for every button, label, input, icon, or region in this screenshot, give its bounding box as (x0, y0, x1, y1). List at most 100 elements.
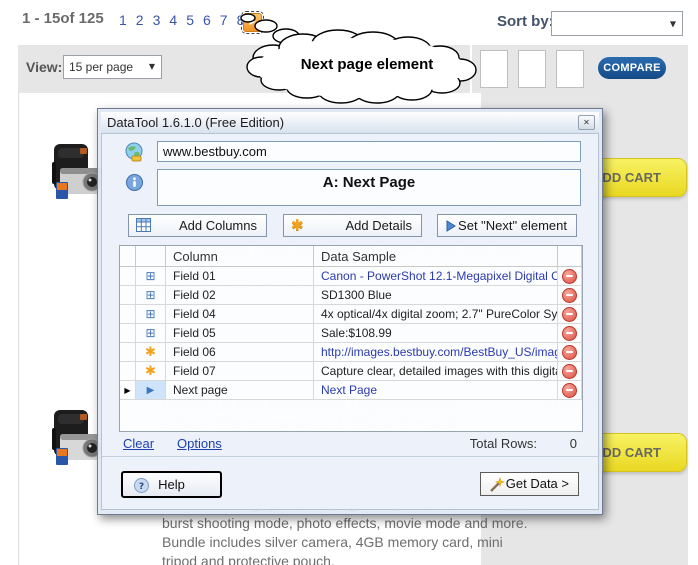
description-line: burst shooting mode, photo effects, movi… (162, 514, 592, 533)
page-number[interactable]: 5 (186, 12, 194, 28)
data-sample-cell: http://images.bestbuy.com/BestBuy_US/ima… (314, 343, 558, 362)
close-icon[interactable]: ✕ (578, 115, 595, 130)
sort-by-dropdown[interactable]: ▼ (551, 11, 683, 36)
row-selector-cell (120, 343, 136, 362)
dialog-titlebar[interactable]: DataTool 1.6.1.0 (Free Edition) ✕ (101, 112, 599, 133)
table-row[interactable]: ⊞Field 02SD1300 Blue (120, 286, 582, 305)
remove-row-button[interactable] (562, 326, 577, 341)
grid-icon: ⊞ (136, 305, 166, 324)
compare-slot[interactable] (518, 50, 546, 88)
row-selector-cell (120, 267, 136, 286)
remove-row-button[interactable] (562, 345, 577, 360)
options-link[interactable]: Options (177, 436, 222, 451)
remove-cell (558, 286, 582, 305)
clear-link[interactable]: Clear (123, 436, 154, 451)
sort-by-label: Sort by: (497, 13, 554, 30)
remove-cell (558, 305, 582, 324)
help-label: Help (123, 477, 220, 492)
total-rows-label: Total Rows: (437, 436, 537, 451)
data-sample-cell: 4x optical/4x digital zoom; 2.7" PureCol… (314, 305, 558, 324)
page-number[interactable]: 7 (220, 12, 228, 28)
data-sample-cell: Capture clear, detailed images with this… (314, 362, 558, 381)
remove-cell (558, 324, 582, 343)
table-icon (136, 218, 151, 232)
remove-row-button[interactable] (562, 269, 577, 284)
remove-row-button[interactable] (562, 288, 577, 303)
column-header: Column (166, 246, 314, 267)
column-name-cell: Field 07 (166, 362, 314, 381)
table-row[interactable]: ▶▶Next pageNext Page (120, 381, 582, 400)
table-body: ⊞Field 01Canon - PowerShot 12.1-Megapixe… (120, 267, 582, 400)
grid-icon: ⊞ (136, 286, 166, 305)
table-header: Column Data Sample (120, 246, 582, 267)
remove-header (558, 246, 582, 267)
page-number[interactable]: 1 (119, 12, 127, 28)
view-dropdown[interactable]: 15 per page ▼ (63, 55, 162, 79)
remove-cell (558, 381, 582, 400)
page-number[interactable]: 4 (169, 12, 177, 28)
fields-table: Column Data Sample ⊞Field 01Canon - Powe… (119, 245, 583, 432)
add-columns-button[interactable]: Add Columns (128, 214, 267, 237)
total-rows-value: 0 (547, 436, 577, 451)
grid-icon: ⊞ (136, 267, 166, 286)
description-line: Bundle includes silver camera, 4GB memor… (162, 533, 592, 552)
help-button[interactable]: ? Help (121, 471, 222, 498)
column-name-cell: Next page (166, 381, 314, 400)
dialog-body: A: Next Page Add Columns ✱ Add Details (101, 133, 599, 510)
results-count: 1 - 15of 125 (22, 10, 104, 27)
callout-text: Next page element (252, 56, 482, 73)
page: 1 - 15of 125 123456789 ▶ Sort by: ▼ View… (0, 0, 698, 565)
globe-icon (124, 142, 144, 162)
callout-cloud (228, 4, 490, 106)
table-row[interactable]: ⊞Field 05Sale:$108.99 (120, 324, 582, 343)
set-next-element-button[interactable]: Set "Next" element (437, 214, 577, 237)
column-name-cell: Field 04 (166, 305, 314, 324)
datatool-dialog: DataTool 1.6.1.0 (Free Edition) ✕ A: Nex… (97, 108, 603, 515)
description-line: tripod and protective pouch. (162, 552, 592, 565)
get-data-button[interactable]: Get Data > (480, 472, 579, 496)
play-icon (445, 220, 457, 232)
remove-row-button[interactable] (562, 364, 577, 379)
add-details-label: Add Details (346, 218, 412, 233)
row-selector-cell: ▶ (120, 381, 136, 400)
compare-slot[interactable] (556, 50, 584, 88)
page-number[interactable]: 6 (203, 12, 211, 28)
table-row[interactable]: ✱Field 06http://images.bestbuy.com/BestB… (120, 343, 582, 362)
page-number[interactable]: 2 (136, 12, 144, 28)
asterisk-icon: ✱ (136, 343, 166, 362)
selector-header (120, 246, 136, 267)
table-row[interactable]: ⊞Field 01Canon - PowerShot 12.1-Megapixe… (120, 267, 582, 286)
column-name-cell: Field 01 (166, 267, 314, 286)
data-sample-header: Data Sample (314, 246, 558, 267)
table-row[interactable]: ⊞Field 044x optical/4x digital zoom; 2.7… (120, 305, 582, 324)
column-name-cell: Field 02 (166, 286, 314, 305)
content-divider (18, 93, 19, 565)
asterisk-icon: ✱ (136, 362, 166, 381)
view-value: 15 per page (69, 60, 133, 74)
view-label: View: (26, 59, 62, 75)
chevron-down-icon: ▼ (670, 19, 676, 28)
info-icon (126, 174, 143, 191)
grid-icon: ⊞ (136, 324, 166, 343)
table-row[interactable]: ✱Field 07Capture clear, detailed images … (120, 362, 582, 381)
get-data-label: Get Data > (506, 476, 569, 491)
data-sample-cell: Sale:$108.99 (314, 324, 558, 343)
chevron-down-icon: ▼ (149, 56, 155, 78)
status-text: A: Next Page (323, 174, 416, 191)
row-selector-cell (120, 305, 136, 324)
column-name-cell: Field 05 (166, 324, 314, 343)
set-next-label: Set "Next" element (458, 218, 567, 233)
remove-row-button[interactable] (562, 383, 577, 398)
add-details-button[interactable]: ✱ Add Details (283, 214, 422, 237)
dialog-footer: ? Help Get Data > (102, 456, 598, 512)
page-number[interactable]: 3 (153, 12, 161, 28)
column-name-cell: Field 06 (166, 343, 314, 362)
remove-cell (558, 267, 582, 286)
row-selector-cell (120, 286, 136, 305)
url-input[interactable] (157, 141, 581, 162)
data-sample-cell: Next Page (314, 381, 558, 400)
magic-wand-icon (489, 477, 505, 493)
compare-button[interactable]: COMPARE (598, 57, 666, 79)
data-sample-cell: Canon - PowerShot 12.1-Megapixel Digital… (314, 267, 558, 286)
remove-row-button[interactable] (562, 307, 577, 322)
